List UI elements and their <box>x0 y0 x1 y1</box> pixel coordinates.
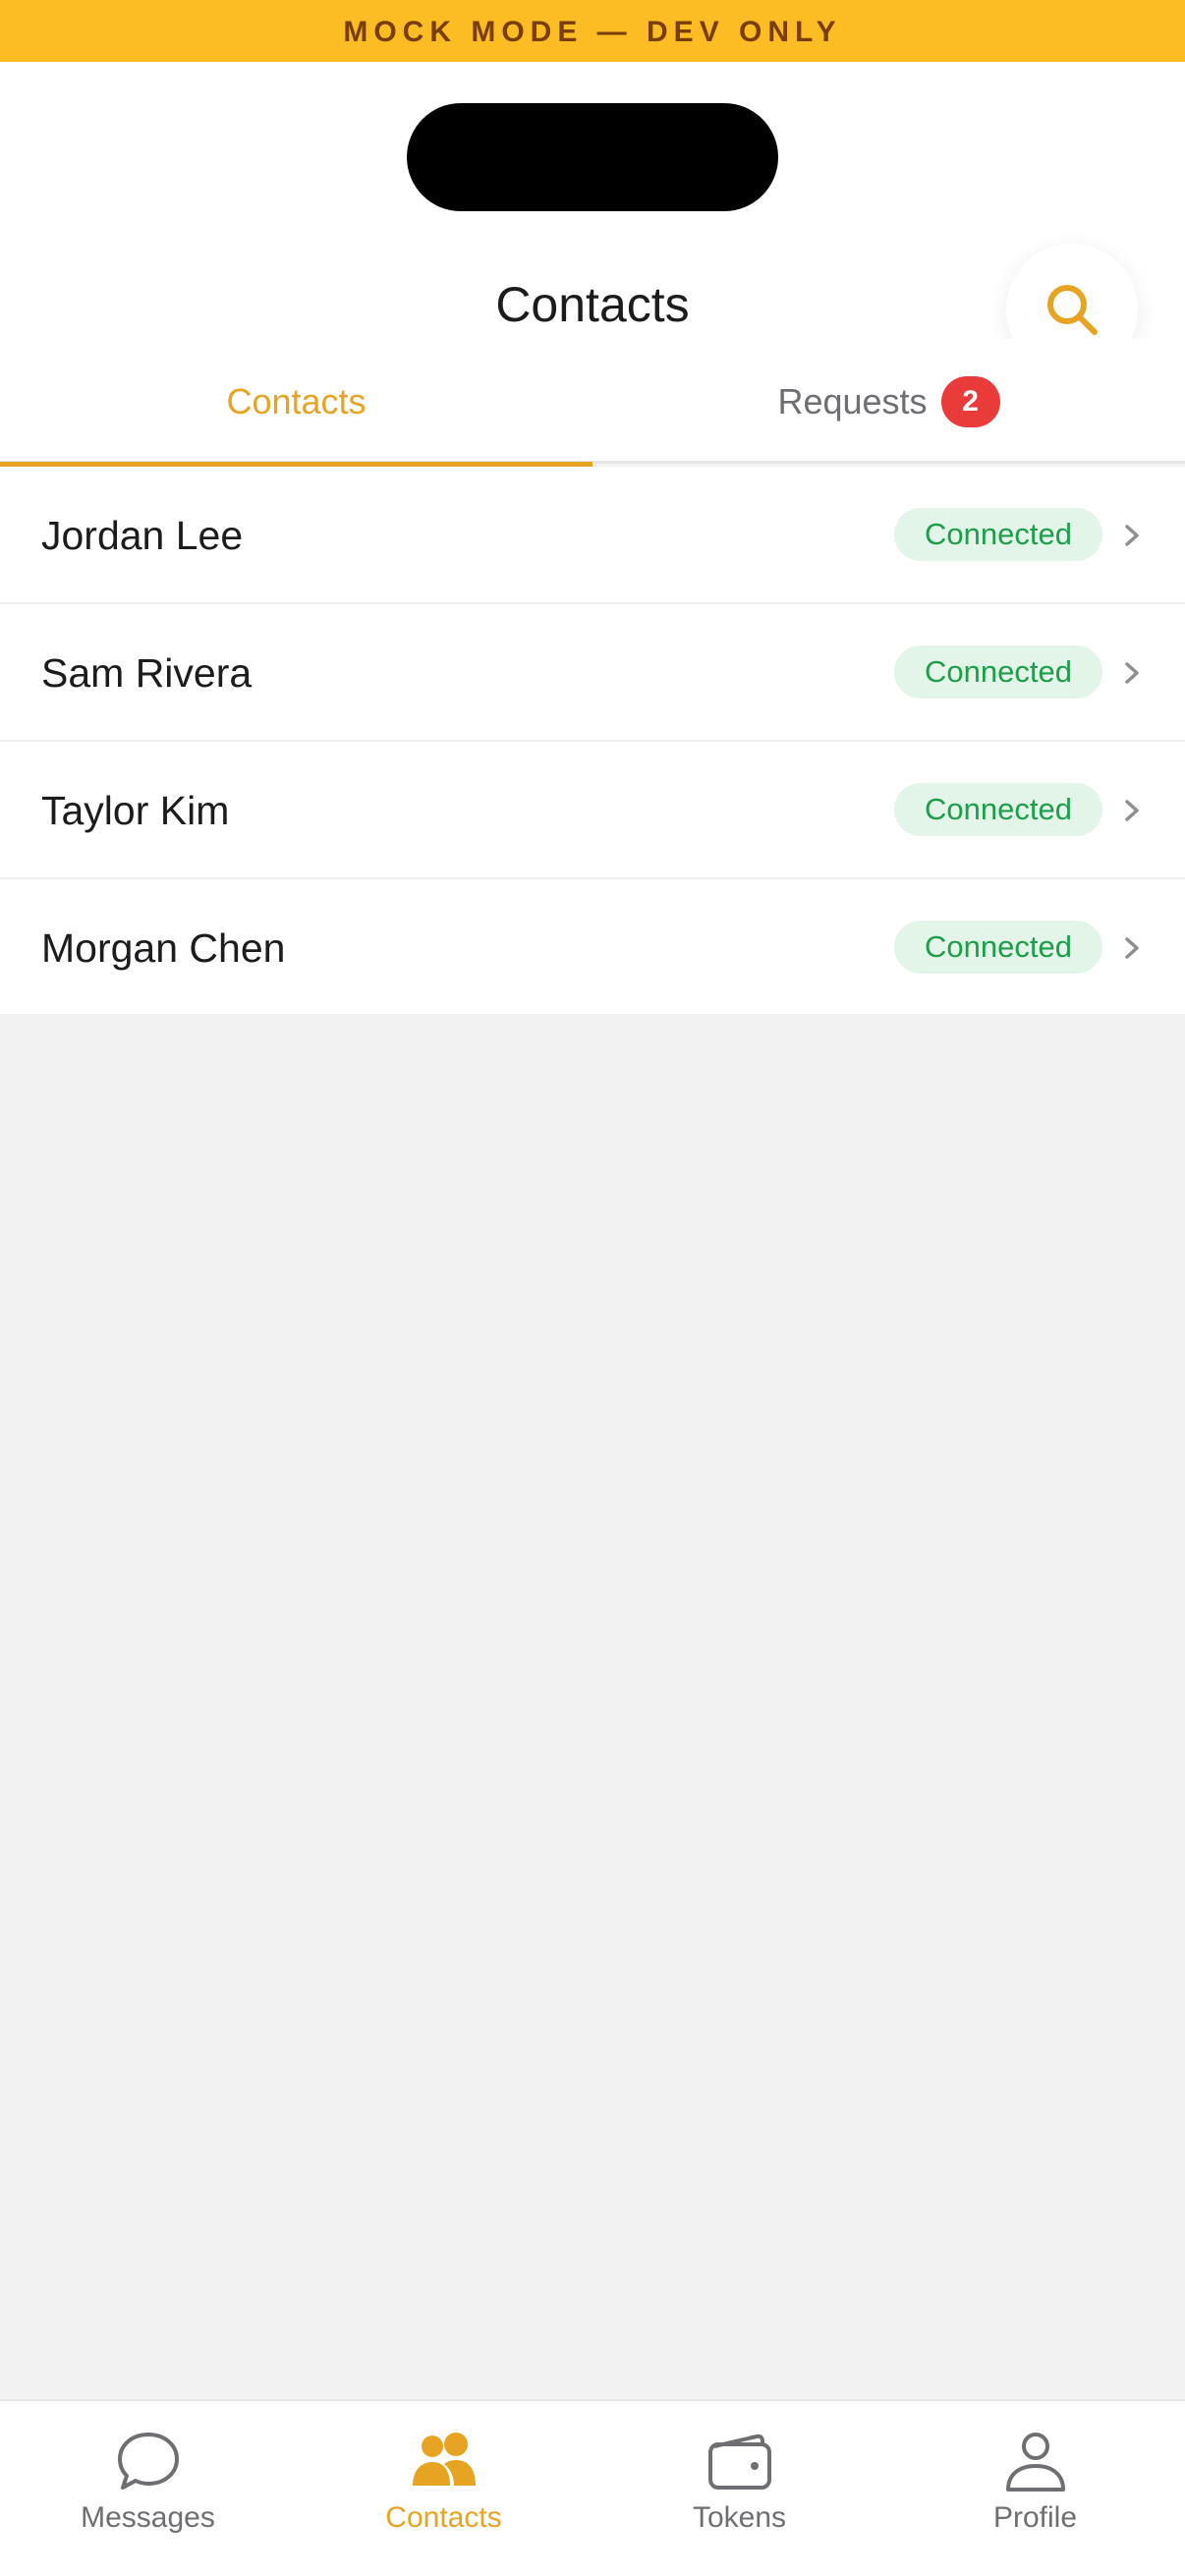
requests-count-badge: 2 <box>940 375 1000 427</box>
list-item[interactable]: Taylor Kim Connected <box>0 742 1185 879</box>
mock-mode-text: MOCK MODE — DEV ONLY <box>343 16 842 48</box>
status-badge: Connected <box>894 508 1102 561</box>
tabbar-tokens[interactable]: Tokens <box>592 2401 887 2576</box>
tabbar-tokens-label: Tokens <box>692 2501 787 2534</box>
tabbar-profile-label: Profile <box>992 2501 1078 2534</box>
tabbar-messages-label: Messages <box>81 2501 215 2534</box>
people-icon <box>412 2433 476 2486</box>
tab-contacts[interactable]: Contacts <box>0 339 592 467</box>
tabbar-contacts-label: Contacts <box>385 2501 502 2534</box>
tabbar-messages[interactable]: Messages <box>0 2401 296 2576</box>
status-badge: Connected <box>894 645 1102 699</box>
chevron-right-icon <box>1125 662 1139 684</box>
tab-contacts-label: Contacts <box>226 380 367 421</box>
chevron-right-icon <box>1125 800 1139 821</box>
tabbar-contacts[interactable]: Contacts <box>296 2401 592 2576</box>
chat-icon <box>117 2433 179 2490</box>
list-item[interactable]: Sam Rivera Connected <box>0 604 1185 742</box>
tab-requests[interactable]: Requests 2 <box>592 339 1185 464</box>
list-item[interactable]: Morgan Chen Connected <box>0 879 1185 1014</box>
camera-notch <box>407 103 778 211</box>
status-badge: Connected <box>894 921 1102 974</box>
tabbar-profile[interactable]: Profile <box>887 2401 1183 2576</box>
search-icon <box>1047 285 1098 335</box>
contact-name: Jordan Lee <box>41 513 244 558</box>
contact-name: Taylor Kim <box>41 788 230 833</box>
status-badge: Connected <box>894 783 1102 836</box>
chevron-right-icon <box>1125 937 1139 959</box>
contact-name: Sam Rivera <box>41 650 253 696</box>
list-item[interactable]: Jordan Lee Connected <box>0 467 1185 604</box>
mock-mode-banner: MOCK MODE — DEV ONLY <box>0 0 1185 62</box>
contact-name: Morgan Chen <box>41 925 286 971</box>
chevron-right-icon <box>1125 525 1139 546</box>
bottom-tab-bar: Messages Contacts Tokens Profile <box>0 2399 1185 2576</box>
contacts-list: Jordan Lee Connected Sam Rivera Connecte… <box>0 467 1185 1014</box>
tab-requests-label: Requests <box>777 380 928 421</box>
segment-tabs: Contacts Requests 2 <box>0 339 1185 467</box>
wallet-icon <box>707 2434 771 2490</box>
person-icon <box>1005 2433 1065 2492</box>
